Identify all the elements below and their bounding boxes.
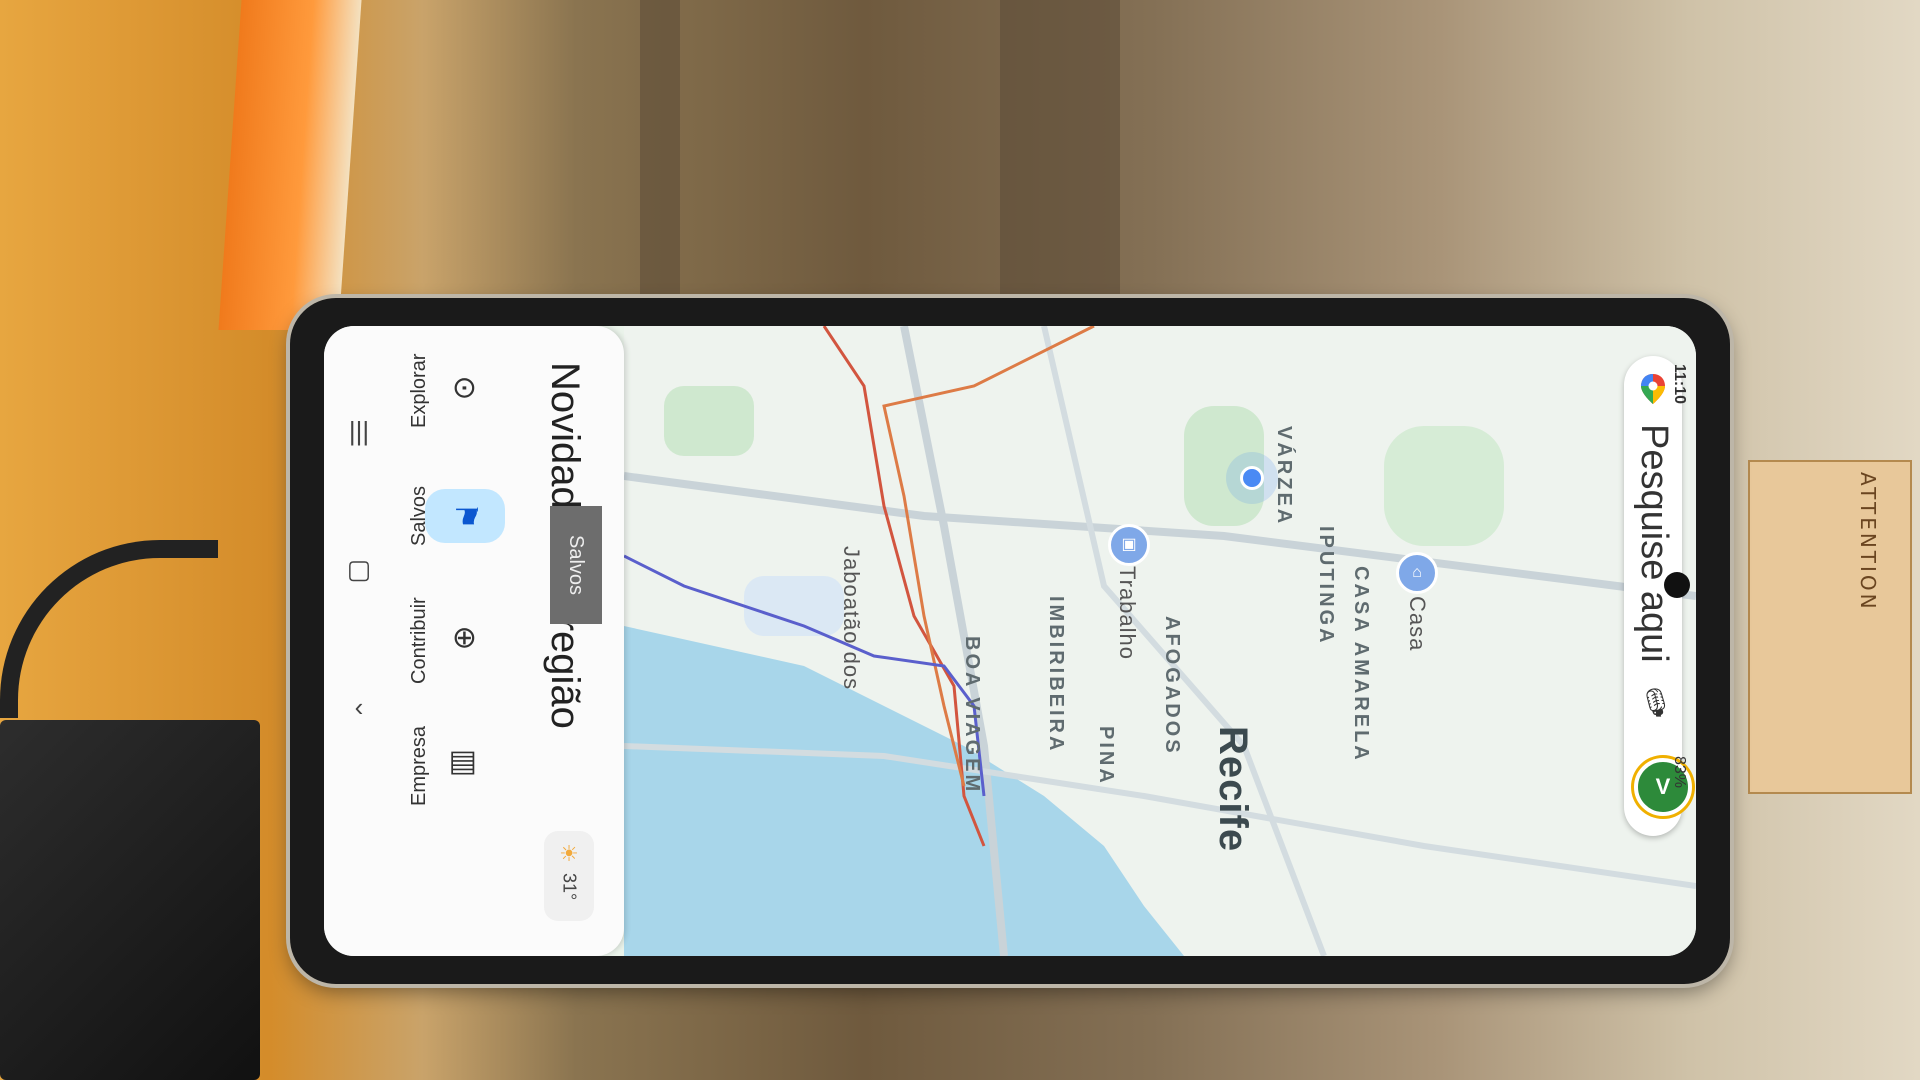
map-label-boa-viagem: BOA VIAGEM	[961, 636, 983, 795]
background-cable	[0, 540, 218, 718]
map-label-jaboatao: Jaboatão dos	[839, 546, 864, 691]
add-circle-icon: ⊕	[448, 625, 481, 651]
map-label-casa-amarela: CASA AMARELA	[1350, 566, 1372, 763]
background-shelf-post	[1000, 0, 1120, 300]
park-area	[664, 386, 754, 456]
bottom-nav-tabs: Explorar ⊙ Salvos ⚑ Contribuir ⊕ Empresa…	[394, 326, 534, 956]
status-time: 11:10	[1671, 364, 1688, 405]
tab-salvos[interactable]: Salvos ⚑	[408, 461, 514, 571]
tab-contribuir[interactable]: Contribuir ⊕	[408, 586, 514, 696]
map-label-recife: Recife	[1211, 726, 1255, 853]
weather-chip[interactable]: ☀ 31°	[544, 831, 594, 921]
tab-label: Contribuir	[408, 597, 430, 685]
background-shelf-post	[640, 0, 680, 300]
background-box	[0, 720, 260, 1080]
map-view[interactable]: VÁRZEA IPUTINGA CASA AMARELA AFOGADOS IM…	[624, 326, 1696, 956]
map-place-casa[interactable]: Casa	[1404, 596, 1430, 651]
maps-logo-icon	[1641, 374, 1665, 404]
briefcase-icon[interactable]: ▣	[1108, 524, 1150, 566]
bottom-sheet[interactable]: ||| ▢ ‹ Explorar ⊙ Salvos ⚑ Contribuir ⊕	[324, 326, 624, 956]
tab-label: Empresa	[408, 725, 430, 807]
front-camera	[1664, 572, 1690, 598]
phone: VÁRZEA IPUTINGA CASA AMARELA AFOGADOS IM…	[290, 298, 1730, 984]
explore-pin-icon: ⊙	[448, 375, 481, 401]
weather-sun-icon: ☀	[559, 841, 579, 866]
park-area	[1384, 426, 1504, 546]
map-label-iputinga: IPUTINGA	[1315, 526, 1337, 646]
tooltip-salvos: Salvos	[550, 506, 602, 624]
tab-empresa[interactable]: Empresa ▥	[408, 711, 514, 821]
status-bar: 11:10 83%	[1666, 326, 1696, 956]
storefront-icon: ▥	[448, 748, 481, 778]
weather-temp: 31°	[559, 873, 580, 901]
tab-label: Explorar	[408, 353, 430, 429]
map-label-imbiribeira: IMBIRIBEIRA	[1045, 596, 1067, 754]
system-nav-bar: ||| ▢ ‹	[324, 326, 394, 956]
map-label-varzea: VÁRZEA	[1273, 426, 1295, 527]
background-flag	[218, 0, 362, 330]
phone-screen: VÁRZEA IPUTINGA CASA AMARELA AFOGADOS IM…	[324, 326, 1696, 956]
current-location-dot	[1240, 466, 1264, 490]
back-chevron-icon[interactable]: ‹	[344, 692, 374, 723]
map-label-pina: PINA	[1095, 726, 1117, 786]
urban-area	[744, 576, 844, 636]
status-battery: 83%	[1671, 756, 1688, 789]
background-warning-label: ATTENTION	[1748, 460, 1912, 794]
recents-icon[interactable]: |||	[344, 416, 374, 447]
map-label-afogados: AFOGADOS	[1161, 616, 1183, 756]
map-place-trabalho[interactable]: Trabalho	[1114, 566, 1140, 660]
tab-explorar[interactable]: Explorar ⊙	[408, 336, 514, 446]
bookmark-icon: ⚑	[425, 489, 505, 543]
home-square-icon[interactable]: ▢	[344, 554, 374, 585]
home-icon[interactable]: ⌂	[1396, 552, 1438, 594]
